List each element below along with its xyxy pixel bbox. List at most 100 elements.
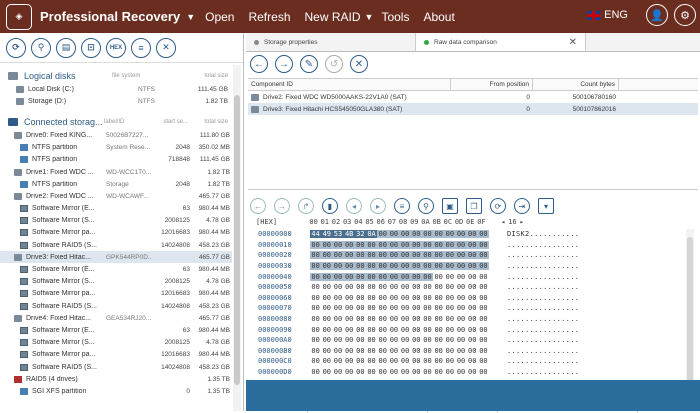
hex-byte[interactable]: 00	[321, 347, 332, 355]
hex-byte[interactable]: 44	[310, 230, 322, 239]
hex-byte[interactable]: 00	[388, 357, 399, 365]
hex-byte[interactable]: 00	[467, 347, 478, 355]
hex-byte[interactable]: 00	[455, 262, 467, 271]
hex-byte[interactable]: 00	[365, 240, 378, 249]
title-dropdown-icon[interactable]: ▼	[186, 12, 195, 22]
hex-byte[interactable]: 00	[433, 326, 444, 334]
hex-byte[interactable]: 00	[377, 336, 388, 344]
copy-icon[interactable]: ❐	[466, 198, 482, 214]
hex-byte[interactable]: 00	[455, 283, 466, 291]
hex-byte[interactable]: 00	[433, 230, 445, 239]
hex-byte[interactable]: 00	[422, 347, 433, 355]
hex-byte[interactable]: 00	[422, 304, 433, 312]
list-icon[interactable]: ≡	[394, 198, 410, 214]
col-count-bytes[interactable]: Count bytes	[533, 79, 619, 90]
tab-raw-data-comparison[interactable]: Raw data comparison ✕	[416, 33, 586, 51]
hex-byte[interactable]: 00	[400, 326, 411, 334]
hex-byte[interactable]: 4B	[343, 230, 355, 239]
hex-byte[interactable]: 00	[388, 240, 400, 249]
hex-byte[interactable]: 00	[478, 304, 489, 312]
hex-byte[interactable]: 00	[388, 326, 399, 334]
drive-item[interactable]: RAID5 (4 drives) 1.35 TB	[0, 373, 232, 385]
hex-byte[interactable]: 00	[343, 251, 355, 260]
hex-byte[interactable]: 00	[433, 240, 445, 249]
hex-byte[interactable]: 00	[455, 326, 466, 334]
hex-byte[interactable]: 00	[321, 357, 332, 365]
hex-byte[interactable]: 00	[455, 304, 466, 312]
hex-byte[interactable]: 00	[400, 357, 411, 365]
col-component-id[interactable]: Component ID	[248, 79, 451, 90]
hex-byte[interactable]: 00	[310, 283, 321, 291]
hex-byte[interactable]: 00	[444, 357, 455, 365]
hex-byte[interactable]: 00	[344, 336, 355, 344]
hex-byte[interactable]: 00	[478, 283, 489, 291]
hex-byte[interactable]: 00	[310, 262, 322, 271]
hex-byte[interactable]: 00	[344, 347, 355, 355]
hex-byte[interactable]: 00	[433, 347, 444, 355]
file-icon[interactable]: ▤	[56, 37, 76, 58]
back-icon[interactable]: ←	[250, 55, 268, 73]
drive-item[interactable]: Drive1: Fixed WDC ... WD-WCC1T0... 1.82 TB	[0, 166, 232, 178]
hex-byte[interactable]: 00	[310, 251, 322, 260]
hex-byte[interactable]: 00	[344, 304, 355, 312]
hex-byte[interactable]: 00	[444, 315, 455, 323]
hex-byte[interactable]: 00	[355, 336, 366, 344]
hex-byte[interactable]: 00	[355, 283, 366, 291]
page-prev-icon[interactable]: ◂	[501, 218, 505, 228]
hex-byte[interactable]: 00	[422, 357, 433, 365]
hex-byte[interactable]: 00	[433, 251, 445, 260]
partition-item[interactable]: Software Mirror (E... 63 980.44 MB	[0, 203, 232, 215]
partition-item[interactable]: Software Mirror (S... 2008125 4.78 GB	[0, 276, 232, 288]
save-icon[interactable]: ▾	[538, 198, 554, 214]
hex-byte[interactable]: 00	[332, 272, 344, 281]
hex-byte[interactable]: 00	[332, 347, 343, 355]
forward-icon[interactable]: →	[275, 55, 293, 73]
hex-byte[interactable]: 00	[478, 326, 489, 334]
hex-byte[interactable]: 00	[444, 283, 455, 291]
hex-byte[interactable]: 00	[411, 315, 422, 323]
hex-byte[interactable]: 00	[477, 262, 489, 271]
menu-item-new-raid[interactable]: New RAID	[305, 10, 361, 24]
hex-byte[interactable]: 00	[455, 230, 467, 239]
lock-icon[interactable]: ⊡	[81, 37, 101, 58]
hex-byte[interactable]: 00	[332, 294, 343, 302]
hex-byte[interactable]: 00	[477, 251, 489, 260]
hex-byte[interactable]: 00	[399, 251, 411, 260]
col-from-position[interactable]: From position	[451, 79, 533, 90]
drive-item[interactable]: Drive2: Fixed WDC ... WD-WCAWF... 465.77 G…	[0, 190, 232, 202]
menu-item-tools[interactable]: Tools	[381, 10, 409, 24]
hex-byte[interactable]: 00	[400, 368, 411, 376]
hex-byte[interactable]: 00	[332, 357, 343, 365]
search-icon[interactable]: ⚲	[31, 37, 51, 58]
drive-item[interactable]: Drive4: Fixed Hitac... GEA534RJ20... 465.7…	[0, 312, 232, 324]
hex-byte[interactable]: 00	[478, 315, 489, 323]
hex-byte[interactable]: 00	[366, 294, 377, 302]
menu-item-open[interactable]: Open	[205, 10, 234, 24]
hex-byte[interactable]: 00	[411, 357, 422, 365]
hex-byte[interactable]: 00	[332, 326, 343, 334]
hex-byte[interactable]: 00	[478, 294, 489, 302]
hex-byte[interactable]: 49	[321, 230, 333, 239]
hex-byte[interactable]: 00	[421, 251, 434, 260]
hex-byte[interactable]: 53	[332, 230, 344, 239]
hex-byte[interactable]: 00	[388, 294, 399, 302]
hex-byte[interactable]: 00	[388, 347, 399, 355]
hex-byte[interactable]: 00	[344, 368, 355, 376]
hex-byte[interactable]: 00	[388, 283, 399, 291]
hex-byte[interactable]: 00	[366, 357, 377, 365]
hex-byte[interactable]: 00	[355, 315, 366, 323]
hex-byte[interactable]: 00	[366, 368, 377, 376]
hex-byte[interactable]: 00	[444, 336, 455, 344]
hex-byte[interactable]: 00	[388, 336, 399, 344]
hex-byte[interactable]: 00	[310, 336, 321, 344]
hex-byte[interactable]: 00	[467, 357, 478, 365]
hex-byte[interactable]: 0A	[365, 230, 378, 239]
hex-byte[interactable]: 00	[411, 304, 422, 312]
refresh-icon[interactable]: ⟳	[490, 198, 506, 214]
hex-byte[interactable]: 00	[344, 315, 355, 323]
close-icon[interactable]: ✕	[156, 37, 176, 58]
hex-byte[interactable]: 00	[332, 368, 343, 376]
hex-byte[interactable]: 00	[366, 347, 377, 355]
hex-byte[interactable]: 00	[377, 304, 388, 312]
hex-byte[interactable]: 00	[399, 262, 411, 271]
